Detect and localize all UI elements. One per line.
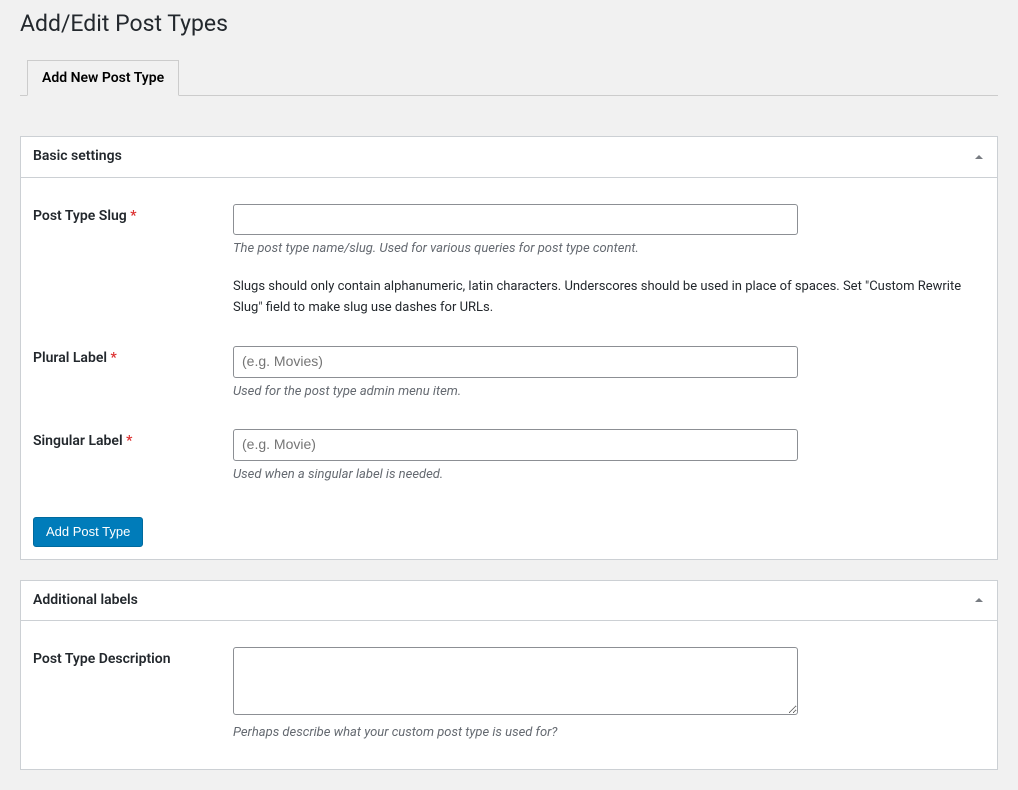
panel-additional-header: Additional labels [21, 581, 997, 622]
description-hint: Perhaps describe what your custom post t… [233, 723, 975, 743]
triangle-up-icon [974, 595, 984, 605]
slug-extra-desc: Slugs should only contain alphanumeric, … [233, 277, 975, 319]
required-mark: * [130, 208, 136, 224]
add-post-type-button[interactable]: Add Post Type [33, 517, 143, 547]
label-singular-text: Singular Label [33, 433, 123, 449]
singular-label-input[interactable] [233, 429, 798, 461]
collapse-toggle-basic[interactable] [961, 139, 997, 175]
page-title: Add/Edit Post Types [20, 0, 998, 43]
label-singular: Singular Label * [33, 415, 233, 498]
post-type-description-textarea[interactable] [233, 647, 798, 715]
label-slug-text: Post Type Slug [33, 208, 127, 224]
plural-hint: Used for the post type admin menu item. [233, 382, 975, 402]
label-post-type-slug: Post Type Slug * [33, 190, 233, 333]
tab-nav: Add New Post Type [20, 51, 998, 96]
panel-basic-heading: Basic settings [21, 137, 134, 177]
triangle-up-icon [974, 152, 984, 162]
tab-add-new-post-type[interactable]: Add New Post Type [27, 60, 179, 96]
panel-additional-labels: Additional labels Post Type Description … [20, 580, 998, 770]
label-post-type-description: Post Type Description [33, 633, 233, 757]
panel-additional-body: Post Type Description Perhaps describe w… [21, 621, 997, 769]
panel-additional-heading: Additional labels [21, 581, 150, 621]
panel-basic-header: Basic settings [21, 137, 997, 178]
panel-basic-settings: Basic settings Post Type Slug * The post… [20, 136, 998, 559]
required-mark: * [111, 350, 117, 366]
slug-hint: The post type name/slug. Used for variou… [233, 239, 975, 259]
collapse-toggle-additional[interactable] [961, 582, 997, 618]
plural-label-input[interactable] [233, 346, 798, 378]
label-plural-text: Plural Label [33, 350, 107, 366]
post-type-slug-input[interactable] [233, 204, 798, 236]
singular-hint: Used when a singular label is needed. [233, 465, 975, 485]
panel-basic-body: Post Type Slug * The post type name/slug… [21, 178, 997, 559]
required-mark: * [126, 433, 132, 449]
label-plural: Plural Label * [33, 332, 233, 415]
